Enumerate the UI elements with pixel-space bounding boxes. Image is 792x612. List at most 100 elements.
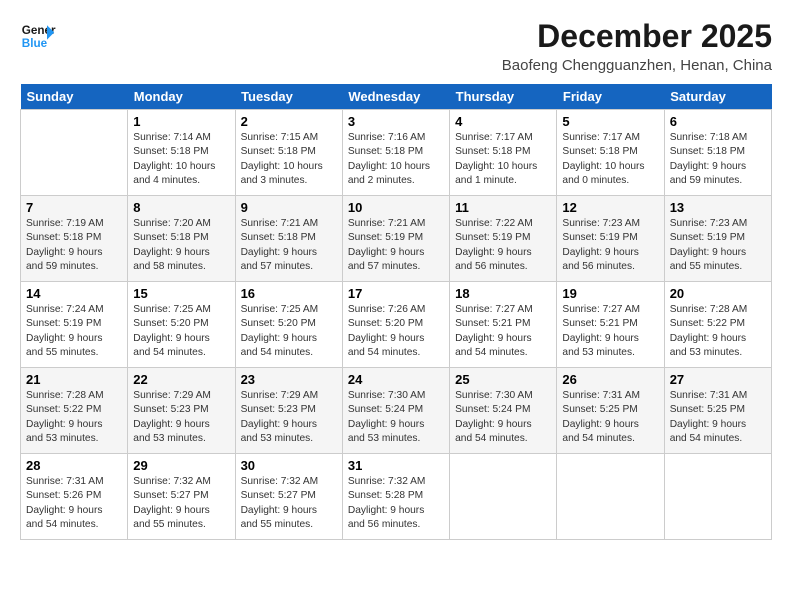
day-info: Sunrise: 7:23 AM Sunset: 5:19 PM Dayligh… xyxy=(562,217,658,274)
day-info: Sunrise: 7:32 AM Sunset: 5:27 PM Dayligh… xyxy=(133,475,229,532)
day-number: 16 xyxy=(241,286,337,301)
header-day: Wednesday xyxy=(342,84,449,110)
day-info: Sunrise: 7:18 AM Sunset: 5:18 PM Dayligh… xyxy=(670,131,766,188)
day-number: 18 xyxy=(455,286,551,301)
header-day: Monday xyxy=(128,84,235,110)
logo-icon: General Blue xyxy=(20,18,56,54)
day-info: Sunrise: 7:27 AM Sunset: 5:21 PM Dayligh… xyxy=(455,303,551,360)
calendar-day xyxy=(21,110,128,196)
calendar-day: 8 Sunrise: 7:20 AM Sunset: 5:18 PM Daylig… xyxy=(128,196,235,282)
day-number: 3 xyxy=(348,114,444,129)
day-number: 7 xyxy=(26,200,122,215)
calendar-day: 9Sunrise: 7:21 AM Sunset: 5:18 PM Daylig… xyxy=(235,196,342,282)
day-number: 27 xyxy=(670,372,766,387)
day-info: Sunrise: 7:31 AM Sunset: 5:25 PM Dayligh… xyxy=(670,389,766,446)
calendar-day: 1Sunrise: 7:14 AM Sunset: 5:18 PM Daylig… xyxy=(128,110,235,196)
calendar-table: SundayMondayTuesdayWednesdayThursdayFrid… xyxy=(20,84,772,540)
day-info: Sunrise: 7:29 AM Sunset: 5:23 PM Dayligh… xyxy=(241,389,337,446)
day-number: 10 xyxy=(348,200,444,215)
day-info: Sunrise: 7:30 AM Sunset: 5:24 PM Dayligh… xyxy=(455,389,551,446)
svg-text:Blue: Blue xyxy=(22,37,48,50)
day-number: 8 xyxy=(133,200,229,215)
calendar-day: 11 Sunrise: 7:22 AM Sunset: 5:19 PM Dayli… xyxy=(450,196,557,282)
calendar-week: 14Sunrise: 7:24 AM Sunset: 5:19 PM Dayli… xyxy=(21,282,772,368)
month-title: December 2025 xyxy=(502,18,772,55)
header-day: Saturday xyxy=(664,84,771,110)
day-info: Sunrise: 7:20 AM Sunset: 5:18 PM Dayligh… xyxy=(133,217,229,274)
day-number: 25 xyxy=(455,372,551,387)
calendar-day: 20Sunrise: 7:28 AM Sunset: 5:22 PM Dayli… xyxy=(664,282,771,368)
calendar-day: 6 Sunrise: 7:18 AM Sunset: 5:18 PM Daylig… xyxy=(664,110,771,196)
day-info: Sunrise: 7:25 AM Sunset: 5:20 PM Dayligh… xyxy=(133,303,229,360)
calendar-body: 1Sunrise: 7:14 AM Sunset: 5:18 PM Daylig… xyxy=(21,110,772,540)
day-info: Sunrise: 7:26 AM Sunset: 5:20 PM Dayligh… xyxy=(348,303,444,360)
calendar-day: 5 Sunrise: 7:17 AM Sunset: 5:18 PM Daylig… xyxy=(557,110,664,196)
day-info: Sunrise: 7:31 AM Sunset: 5:26 PM Dayligh… xyxy=(26,475,122,532)
page-container: General Blue December 2025 Baofeng Cheng… xyxy=(0,0,792,550)
calendar-day: 14Sunrise: 7:24 AM Sunset: 5:19 PM Dayli… xyxy=(21,282,128,368)
calendar-day: 12 Sunrise: 7:23 AM Sunset: 5:19 PM Dayli… xyxy=(557,196,664,282)
calendar-day: 15Sunrise: 7:25 AM Sunset: 5:20 PM Dayli… xyxy=(128,282,235,368)
day-info: Sunrise: 7:15 AM Sunset: 5:18 PM Dayligh… xyxy=(241,131,337,188)
calendar-day: 18 Sunrise: 7:27 AM Sunset: 5:21 PM Dayli… xyxy=(450,282,557,368)
calendar-day: 27 Sunrise: 7:31 AM Sunset: 5:25 PM Dayli… xyxy=(664,368,771,454)
day-number: 17 xyxy=(348,286,444,301)
calendar-week: 21Sunrise: 7:28 AM Sunset: 5:22 PM Dayli… xyxy=(21,368,772,454)
day-info: Sunrise: 7:31 AM Sunset: 5:25 PM Dayligh… xyxy=(562,389,658,446)
calendar-day: 21Sunrise: 7:28 AM Sunset: 5:22 PM Dayli… xyxy=(21,368,128,454)
day-info: Sunrise: 7:23 AM Sunset: 5:19 PM Dayligh… xyxy=(670,217,766,274)
day-info: Sunrise: 7:16 AM Sunset: 5:18 PM Dayligh… xyxy=(348,131,444,188)
day-info: Sunrise: 7:19 AM Sunset: 5:18 PM Dayligh… xyxy=(26,217,122,274)
day-info: Sunrise: 7:17 AM Sunset: 5:18 PM Dayligh… xyxy=(562,131,658,188)
calendar-week: 7 Sunrise: 7:19 AM Sunset: 5:18 PM Daylig… xyxy=(21,196,772,282)
calendar-day: 24 Sunrise: 7:30 AM Sunset: 5:24 PM Dayli… xyxy=(342,368,449,454)
calendar-day: 30Sunrise: 7:32 AM Sunset: 5:27 PM Dayli… xyxy=(235,454,342,540)
calendar-day: 16Sunrise: 7:25 AM Sunset: 5:20 PM Dayli… xyxy=(235,282,342,368)
day-number: 13 xyxy=(670,200,766,215)
day-info: Sunrise: 7:21 AM Sunset: 5:19 PM Dayligh… xyxy=(348,217,444,274)
calendar-week: 28Sunrise: 7:31 AM Sunset: 5:26 PM Dayli… xyxy=(21,454,772,540)
calendar-day: 31 Sunrise: 7:32 AM Sunset: 5:28 PM Dayli… xyxy=(342,454,449,540)
header-day: Thursday xyxy=(450,84,557,110)
day-info: Sunrise: 7:22 AM Sunset: 5:19 PM Dayligh… xyxy=(455,217,551,274)
day-number: 26 xyxy=(562,372,658,387)
day-number: 4 xyxy=(455,114,551,129)
day-info: Sunrise: 7:32 AM Sunset: 5:28 PM Dayligh… xyxy=(348,475,444,532)
calendar-day: 23Sunrise: 7:29 AM Sunset: 5:23 PM Dayli… xyxy=(235,368,342,454)
calendar-day xyxy=(664,454,771,540)
calendar-week: 1Sunrise: 7:14 AM Sunset: 5:18 PM Daylig… xyxy=(21,110,772,196)
day-number: 12 xyxy=(562,200,658,215)
calendar-day: 28Sunrise: 7:31 AM Sunset: 5:26 PM Dayli… xyxy=(21,454,128,540)
calendar-day: 22 Sunrise: 7:29 AM Sunset: 5:23 PM Dayli… xyxy=(128,368,235,454)
day-number: 20 xyxy=(670,286,766,301)
header-day: Tuesday xyxy=(235,84,342,110)
calendar-day: 13 Sunrise: 7:23 AM Sunset: 5:19 PM Dayli… xyxy=(664,196,771,282)
day-info: Sunrise: 7:32 AM Sunset: 5:27 PM Dayligh… xyxy=(241,475,337,532)
day-info: Sunrise: 7:14 AM Sunset: 5:18 PM Dayligh… xyxy=(133,131,229,188)
day-info: Sunrise: 7:21 AM Sunset: 5:18 PM Dayligh… xyxy=(241,217,337,274)
calendar-day: 19Sunrise: 7:27 AM Sunset: 5:21 PM Dayli… xyxy=(557,282,664,368)
calendar-day: 7 Sunrise: 7:19 AM Sunset: 5:18 PM Daylig… xyxy=(21,196,128,282)
calendar-day: 29 Sunrise: 7:32 AM Sunset: 5:27 PM Dayli… xyxy=(128,454,235,540)
day-number: 6 xyxy=(670,114,766,129)
day-number: 11 xyxy=(455,200,551,215)
calendar-day: 10 Sunrise: 7:21 AM Sunset: 5:19 PM Dayli… xyxy=(342,196,449,282)
page-header: General Blue December 2025 Baofeng Cheng… xyxy=(20,18,772,74)
calendar-day: 17 Sunrise: 7:26 AM Sunset: 5:20 PM Dayli… xyxy=(342,282,449,368)
day-info: Sunrise: 7:17 AM Sunset: 5:18 PM Dayligh… xyxy=(455,131,551,188)
day-number: 31 xyxy=(348,458,444,473)
title-block: December 2025 Baofeng Chengguanzhen, Hen… xyxy=(502,18,772,74)
day-info: Sunrise: 7:30 AM Sunset: 5:24 PM Dayligh… xyxy=(348,389,444,446)
calendar-day: 2 Sunrise: 7:15 AM Sunset: 5:18 PM Daylig… xyxy=(235,110,342,196)
day-info: Sunrise: 7:29 AM Sunset: 5:23 PM Dayligh… xyxy=(133,389,229,446)
day-number: 2 xyxy=(241,114,337,129)
calendar-day: 25 Sunrise: 7:30 AM Sunset: 5:24 PM Dayli… xyxy=(450,368,557,454)
calendar-day: 26 Sunrise: 7:31 AM Sunset: 5:25 PM Dayli… xyxy=(557,368,664,454)
day-number: 29 xyxy=(133,458,229,473)
calendar-header: SundayMondayTuesdayWednesdayThursdayFrid… xyxy=(21,84,772,110)
calendar-day: 4 Sunrise: 7:17 AM Sunset: 5:18 PM Daylig… xyxy=(450,110,557,196)
day-number: 24 xyxy=(348,372,444,387)
day-info: Sunrise: 7:28 AM Sunset: 5:22 PM Dayligh… xyxy=(26,389,122,446)
day-number: 5 xyxy=(562,114,658,129)
day-number: 22 xyxy=(133,372,229,387)
